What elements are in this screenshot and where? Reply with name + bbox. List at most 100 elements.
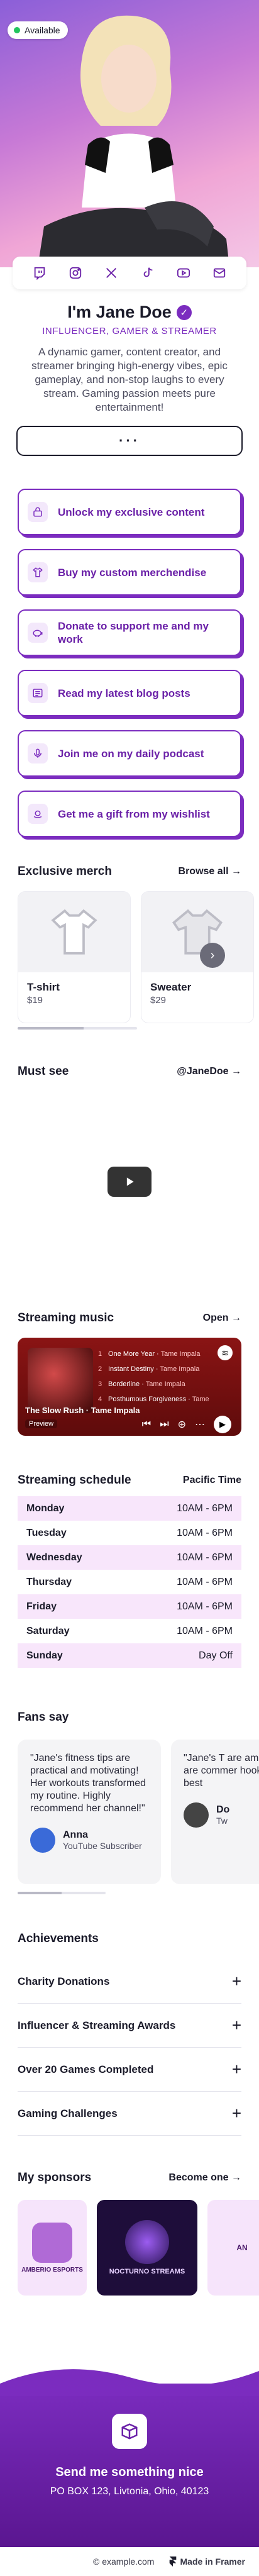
made-in-framer-badge[interactable]: Made in Framer [169,2557,245,2567]
achievements-title: Achievements [18,1932,99,1945]
author-role: Tw [216,1816,228,1826]
carousel-next-arrow-icon[interactable]: › [200,943,225,968]
twitch-icon[interactable] [31,264,48,282]
hero-banner: Available [0,0,259,267]
track-item[interactable]: 2 Instant Destiny · Tame Impala [98,1362,209,1377]
music-title: Streaming music [18,1311,114,1324]
channel-link[interactable]: @JaneDoe → [177,1066,241,1077]
merch-card[interactable]: T-shirt $19 [18,891,131,1023]
now-playing: The Slow Rush · Tame Impala [25,1406,140,1415]
schedule-row: Tuesday 10AM - 6PM [26,1527,233,1538]
accordion-item[interactable]: Charity Donations + [18,1960,241,2004]
spotify-icon[interactable]: ≋ [218,1345,233,1360]
plus-icon: + [231,1972,241,1990]
merch-name: Sweater [150,981,192,993]
more-icon[interactable]: ⋯ [195,1418,205,1431]
open-music-link[interactable]: Open → [203,1313,241,1324]
preview-badge: Preview [25,1419,58,1428]
more-options-button[interactable]: ··· [16,426,243,456]
page: Available I'm Jane Doe ✓ INFLUENCER, GAM… [0,0,259,2576]
track-list: 1 One More Year · Tame Impala 2 Instant De… [98,1346,209,1407]
accordion-item[interactable]: Influencer & Streaming Awards + [18,2004,241,2048]
microphone-icon [28,743,48,763]
fans-header: Fans say [0,1711,259,1724]
social-links-bar [13,257,246,289]
become-sponsor-link[interactable]: Become one → [168,2172,241,2184]
link-exclusive-content[interactable]: Unlock my exclusive content [18,489,241,535]
instagram-icon[interactable] [67,264,84,282]
link-label: Join me on my daily podcast [58,747,204,760]
merch-carousel: T-shirt $19 Sweater $29 › [0,891,259,1023]
play-pause-icon[interactable]: ▶ [214,1416,231,1433]
testimonial-card: "Jane's fitness tips are practical and m… [18,1740,161,1884]
testimonial-quote: "Jane's T are amazi skills are commer ho… [184,1753,259,1789]
footer-address: PO BOX 123, Livtonia, Ohio, 40123 [50,2486,209,2497]
testimonial-author: Anna YouTube Subscriber [30,1828,148,1853]
tiktok-icon[interactable] [139,264,157,282]
merch-scroll-indicator [18,1027,137,1030]
player-controls: ⏮ ⏭ ⊕ ⋯ ▶ [142,1416,231,1433]
schedule-table: Monday 10AM - 6PM Tuesday 10AM - 6PM Wedne… [18,1496,241,1668]
copyright[interactable]: © example.com [93,2557,154,2567]
plus-icon: + [231,2104,241,2123]
next-icon[interactable]: ⏭ [160,1419,168,1430]
footer: Send me something nice PO BOX 123, Livto… [0,2369,259,2547]
video-embed[interactable] [18,1087,241,1276]
fans-title: Fans say [18,1711,69,1724]
hero-portrait [38,15,229,267]
play-icon[interactable] [107,1167,152,1197]
author-name: Do [216,1804,230,1815]
shirt-icon [28,562,48,582]
testimonial-quote: "Jane's fitness tips are practical and m… [30,1753,146,1814]
link-label: Unlock my exclusive content [58,506,205,518]
link-donate[interactable]: Donate to support me and my work [18,609,241,656]
link-merchandise[interactable]: Buy my custom merchendise [18,549,241,596]
schedule-title: Streaming schedule [18,1474,131,1487]
link-buttons: Unlock my exclusive content Buy my custo… [0,489,259,837]
link-blog[interactable]: Read my latest blog posts [18,670,241,716]
amazon-icon [28,804,48,824]
avatar [184,1802,209,1828]
x-icon[interactable] [102,264,120,282]
sponsors-title: My sponsors [18,2171,92,2184]
profile-bio: A dynamic gamer, content creator, and st… [31,346,228,413]
track-item[interactable]: 1 One More Year · Tame Impala [98,1346,209,1362]
plus-icon: + [231,2060,241,2079]
add-icon[interactable]: ⊕ [178,1418,186,1431]
music-header: Streaming music Open → [0,1311,259,1325]
link-podcast[interactable]: Join me on my daily podcast [18,730,241,777]
previous-icon[interactable]: ⏮ [142,1419,151,1430]
youtube-icon[interactable] [175,264,192,282]
track-item[interactable]: 4 Posthumous Forgiveness · Tame [98,1392,209,1407]
schedule-row: Thursday 10AM - 6PM [26,1576,233,1587]
schedule-row: Sunday Day Off [18,1643,241,1668]
mail-icon[interactable] [211,264,228,282]
browse-all-link[interactable]: Browse all → [179,866,241,877]
plus-icon: + [231,2016,241,2035]
available-badge: Available [8,21,68,39]
link-wishlist[interactable]: Get me a gift from my wishlist [18,791,241,837]
achievements-list: Charity Donations + Influencer & Streamin… [18,1960,241,2136]
spotify-embed[interactable]: 1 One More Year · Tame Impala 2 Instant De… [18,1338,241,1436]
blog-icon [28,683,48,703]
schedule-header: Streaming schedule Pacific Time [0,1474,259,1487]
schedule-row: Friday 10AM - 6PM [18,1594,241,1619]
accordion-item[interactable]: Gaming Challenges + [18,2092,241,2136]
link-label: Donate to support me and my work [58,620,209,645]
profile-tagline: INFLUENCER, GAMER & STREAMER [42,326,217,336]
footer-wave [0,2369,259,2396]
sponsors-header: My sponsors Become one → [0,2171,259,2185]
verified-check-icon: ✓ [176,304,192,320]
merch-card[interactable]: Sweater $29 [141,891,254,1023]
sponsor-logo[interactable]: AMBERIO ESPORTS [18,2200,87,2296]
sponsor-logo[interactable]: NOCTURNO STREAMS [97,2200,197,2296]
track-item[interactable]: 3 Borderline · Tame Impala [98,1377,209,1392]
author-role: YouTube Subscriber [63,1841,142,1851]
accordion-item[interactable]: Over 20 Games Completed + [18,2048,241,2092]
sponsor-logo[interactable]: AN [207,2200,259,2296]
must-see-header: Must see @JaneDoe → [0,1065,259,1079]
schedule-row: Monday 10AM - 6PM [18,1496,241,1521]
merch-price: $19 [27,995,43,1006]
testimonial-carousel: "Jane's fitness tips are practical and m… [0,1740,259,1884]
timezone-label: Pacific Time [182,1475,241,1485]
